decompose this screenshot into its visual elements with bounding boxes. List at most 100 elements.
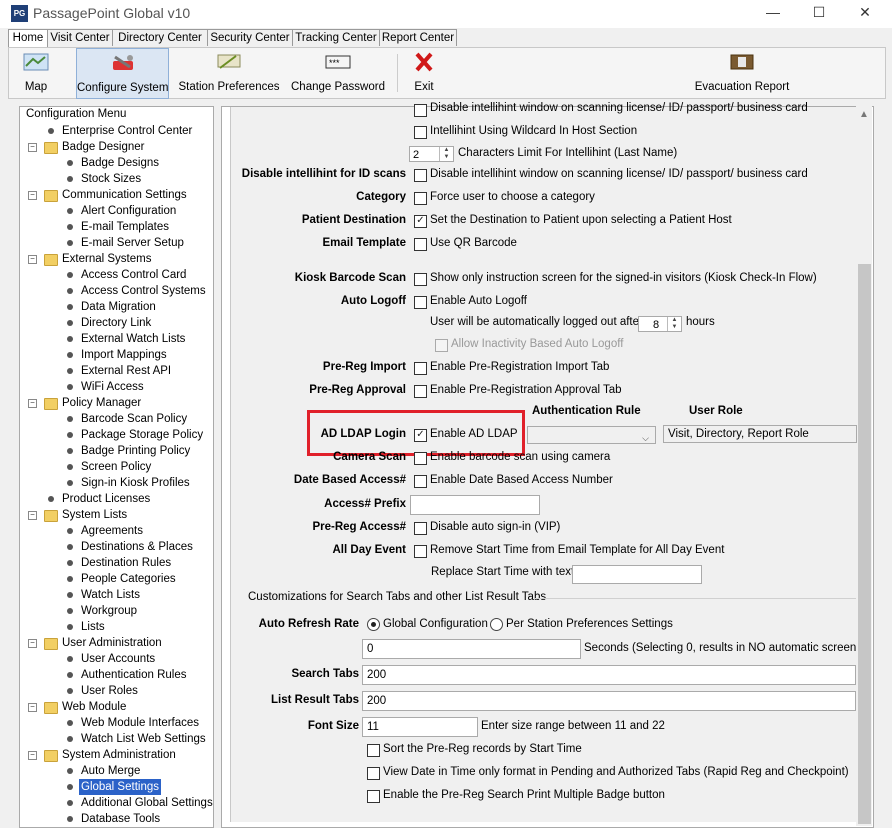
prereg-import-checkbox[interactable] [414, 362, 427, 375]
tree-item[interactable]: Barcode Scan Policy [20, 411, 210, 427]
spinner-arrows-icon[interactable]: ▲ ▼ [439, 147, 453, 161]
exit-button[interactable]: Exit [404, 48, 444, 97]
replace-start-input[interactable] [572, 565, 702, 584]
global-configuration-radio[interactable] [367, 618, 380, 631]
prereg-approval-checkbox[interactable] [414, 385, 427, 398]
user-role-dropdown[interactable]: Visit, Directory, Report Role [663, 425, 857, 443]
tab-tracking-center[interactable]: Tracking Center [292, 29, 380, 46]
intellihint-wildcard-checkbox[interactable] [414, 126, 427, 139]
tree-item[interactable]: Alert Configuration [20, 203, 210, 219]
tree-item[interactable]: User Roles [20, 683, 210, 699]
search-tabs-input[interactable]: 200 [362, 665, 856, 685]
tree-item[interactable]: Destinations & Places [20, 539, 210, 555]
tree-item[interactable]: Authentication Rules [20, 667, 210, 683]
tree-item[interactable]: Web Module Interfaces [20, 715, 210, 731]
prereg-access-checkbox[interactable] [414, 522, 427, 535]
tree-item[interactable]: WiFi Access [20, 379, 210, 395]
tree-item[interactable]: Import Mappings [20, 347, 210, 363]
tree-item[interactable]: Stock Sizes [20, 171, 210, 187]
collapse-icon[interactable]: − [28, 751, 37, 760]
ad-ldap-checkbox[interactable] [414, 429, 427, 442]
tree-item[interactable]: Access Control Card [20, 267, 210, 283]
configure-system-button[interactable]: Configure System [76, 48, 169, 99]
collapse-icon[interactable]: − [28, 511, 37, 520]
inactivity-logoff-checkbox[interactable] [435, 339, 448, 352]
view-date-checkbox[interactable] [367, 767, 380, 780]
tree-item[interactable]: Global Settings [20, 779, 210, 795]
tab-directory-center[interactable]: Directory Center [112, 29, 208, 46]
collapse-icon[interactable]: − [28, 143, 37, 152]
change-password-button[interactable]: *** Change Password [290, 48, 386, 97]
tree-item[interactable]: Data Migration [20, 299, 210, 315]
camera-scan-checkbox[interactable] [414, 452, 427, 465]
tree-item[interactable]: Sign-in Kiosk Profiles [20, 475, 210, 491]
collapse-icon[interactable]: − [28, 639, 37, 648]
per-station-radio[interactable] [490, 618, 503, 631]
tree-item[interactable]: Database Tools [20, 811, 210, 827]
maximize-button[interactable]: ☐ [804, 3, 834, 23]
minimize-button[interactable]: — [758, 3, 788, 23]
tab-security-center[interactable]: Security Center [207, 29, 293, 46]
collapse-icon[interactable]: − [28, 703, 37, 712]
collapse-icon[interactable]: − [28, 399, 37, 408]
tree-item[interactable]: Directory Link [20, 315, 210, 331]
sort-prereg-checkbox[interactable] [367, 744, 380, 757]
tab-report-center[interactable]: Report Center [379, 29, 457, 46]
tree-item[interactable]: − Badge Designer [20, 139, 210, 155]
collapse-icon[interactable]: − [28, 255, 37, 264]
collapse-icon[interactable]: − [28, 191, 37, 200]
email-template-checkbox[interactable] [414, 238, 427, 251]
tree-item[interactable]: − System Lists [20, 507, 210, 523]
patient-destination-checkbox[interactable] [414, 215, 427, 228]
kiosk-barcode-checkbox[interactable] [414, 273, 427, 286]
tree-item[interactable]: Enterprise Control Center [20, 123, 210, 139]
station-preferences-button[interactable]: Station Preferences [177, 48, 281, 97]
tree-item[interactable]: Agreements [20, 523, 210, 539]
disable-intellihint-top-checkbox[interactable] [414, 104, 427, 117]
enable-print-checkbox[interactable] [367, 790, 380, 803]
tree-item[interactable]: Lists [20, 619, 210, 635]
map-button[interactable]: Map [11, 48, 61, 97]
tree-item[interactable]: − External Systems [20, 251, 210, 267]
scroll-thumb[interactable] [858, 264, 871, 824]
authentication-rule-dropdown[interactable]: ⌵ [527, 426, 656, 444]
tab-home[interactable]: Home [8, 29, 48, 48]
tree-item[interactable]: − User Administration [20, 635, 210, 651]
tree-item[interactable]: Badge Printing Policy [20, 443, 210, 459]
spinner-arrows-icon[interactable]: ▲ ▼ [667, 317, 681, 331]
scroll-up-arrow-icon[interactable]: ▲ [856, 106, 872, 122]
tree-item[interactable]: Package Storage Policy [20, 427, 210, 443]
tree-item[interactable]: E-mail Server Setup [20, 235, 210, 251]
tree-item[interactable]: Product Licenses [20, 491, 210, 507]
tree-item[interactable]: Workgroup [20, 603, 210, 619]
disable-intellihint-checkbox[interactable] [414, 169, 427, 182]
tree-item[interactable]: Badge Designs [20, 155, 210, 171]
tree-item[interactable]: − System Administration [20, 747, 210, 763]
list-result-input[interactable]: 200 [362, 691, 856, 711]
font-size-input[interactable]: 11 [362, 717, 478, 737]
evacuation-report-button[interactable]: Evacuation Report [692, 48, 792, 97]
date-access-checkbox[interactable] [414, 475, 427, 488]
char-limit-spinner[interactable]: 2 ▲ ▼ [409, 146, 454, 162]
tab-visit-center[interactable]: Visit Center [47, 29, 113, 46]
category-checkbox[interactable] [414, 192, 427, 205]
tree-item[interactable]: External Watch Lists [20, 331, 210, 347]
refresh-seconds-input[interactable]: 0 [362, 639, 581, 659]
auto-logoff-checkbox[interactable] [414, 296, 427, 309]
tree-item[interactable]: Additional Global Settings [20, 795, 213, 811]
tree-item[interactable]: − Web Module [20, 699, 210, 715]
tree-item[interactable]: Destination Rules [20, 555, 210, 571]
tree-item[interactable]: Auto Merge [20, 763, 210, 779]
tree-item[interactable]: E-mail Templates [20, 219, 210, 235]
tree-item[interactable]: People Categories [20, 571, 210, 587]
tree-item[interactable]: − Communication Settings [20, 187, 210, 203]
tree-item[interactable]: Watch List Web Settings [20, 731, 210, 747]
tree-item[interactable]: External Rest API [20, 363, 210, 379]
close-window-button[interactable]: ✕ [850, 3, 880, 23]
logout-hours-spinner[interactable]: 8 ▲ ▼ [638, 316, 682, 332]
tree-item[interactable]: Watch Lists [20, 587, 210, 603]
tree-item[interactable]: Screen Policy [20, 459, 210, 475]
all-day-event-checkbox[interactable] [414, 545, 427, 558]
tree-item[interactable]: − Policy Manager [20, 395, 210, 411]
tree-item[interactable]: Access Control Systems [20, 283, 210, 299]
